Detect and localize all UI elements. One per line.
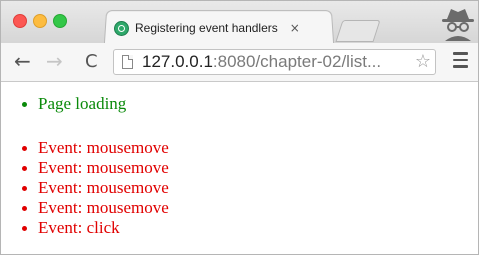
tab-title: Registering event handlers <box>135 21 278 35</box>
page-info-icon[interactable] <box>122 55 133 69</box>
browser-toolbar: ← → C 127.0.0.1:8080/chapter-02/list... … <box>1 43 478 82</box>
status-list: Page loading <box>21 94 127 114</box>
event-log-list: Event: mousemove Event: mousemove Event:… <box>22 138 169 238</box>
url-host: 127.0.0.1 <box>142 52 213 71</box>
tab-close-icon[interactable]: × <box>290 21 300 35</box>
new-tab-button[interactable] <box>335 20 381 42</box>
list-item: Event: mousemove <box>22 178 169 197</box>
reload-icon[interactable]: C <box>85 52 98 72</box>
page-favicon-icon <box>114 20 129 36</box>
tab-strip: Registering event handlers × <box>1 1 478 45</box>
forward-arrow-icon[interactable]: → <box>46 51 63 71</box>
minimize-window-button[interactable] <box>33 14 47 28</box>
url-path: :8080/chapter-02/list... <box>212 52 382 71</box>
menu-icon[interactable] <box>453 52 469 72</box>
bookmark-star-icon[interactable]: ☆ <box>415 51 431 72</box>
address-bar[interactable]: 127.0.0.1:8080/chapter-02/list... ☆ <box>113 49 436 75</box>
list-item: Event: click <box>22 218 169 238</box>
browser-window: Registering event handlers × ← → C 127.0… <box>0 0 479 255</box>
page-content: Page loading Event: mousemove Event: mou… <box>1 82 478 254</box>
list-item: Page loading <box>21 94 127 113</box>
back-arrow-icon[interactable]: ← <box>14 51 31 71</box>
incognito-icon <box>442 9 474 41</box>
list-item: Event: mousemove <box>22 198 169 217</box>
close-window-button[interactable] <box>13 14 27 28</box>
url-text[interactable]: 127.0.0.1:8080/chapter-02/list... <box>142 52 381 72</box>
maximize-window-button[interactable] <box>53 14 67 28</box>
list-item: Event: mousemove <box>22 158 169 177</box>
tab-active-content[interactable]: Registering event handlers × <box>114 17 324 39</box>
list-item: Event: mousemove <box>22 138 169 157</box>
